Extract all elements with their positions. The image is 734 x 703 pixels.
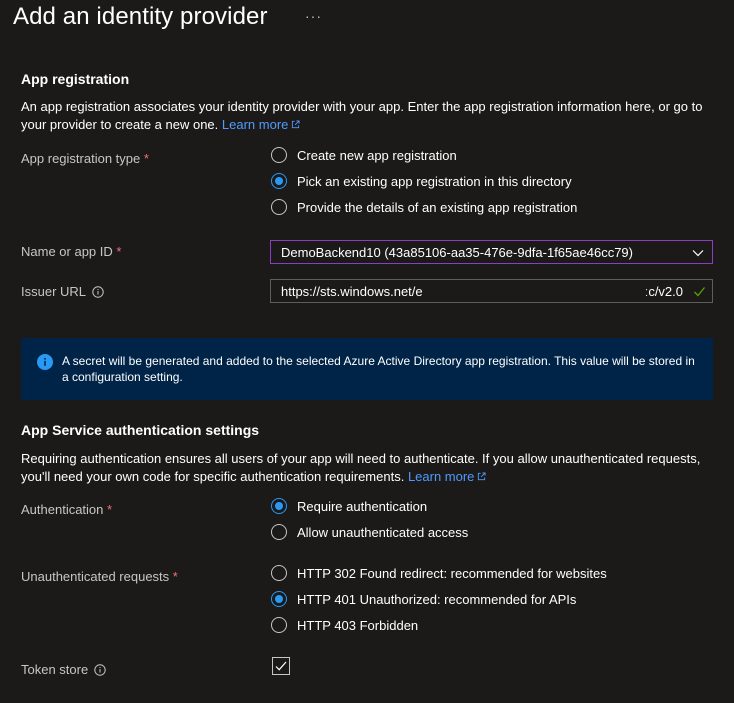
radio-label: HTTP 401 Unauthorized: recommended for A… — [297, 591, 577, 607]
auth-settings-title: App Service authentication settings — [21, 422, 260, 438]
external-link-icon — [478, 472, 486, 481]
info-icon[interactable] — [92, 286, 104, 298]
authentication-label: Authentication * — [21, 502, 113, 517]
issuer-url-value-end: ːc/v2.0 — [644, 284, 683, 299]
radio-allow-unauth[interactable]: Allow unauthenticated access — [271, 524, 468, 540]
radio-button[interactable] — [271, 524, 287, 540]
radio-label: Provide the details of an existing app r… — [297, 199, 578, 215]
radio-http-302[interactable]: HTTP 302 Found redirect: recommended for… — [271, 565, 607, 581]
radio-button-selected[interactable] — [271, 173, 287, 189]
info-icon[interactable] — [94, 664, 106, 676]
auth-settings-description: Requiring authentication ensures all use… — [21, 450, 716, 486]
token-store-checkbox[interactable] — [272, 657, 290, 675]
external-link-icon — [292, 120, 300, 129]
unauthenticated-requests-label: Unauthenticated requests * — [21, 569, 178, 584]
radio-provide-details[interactable]: Provide the details of an existing app r… — [271, 199, 577, 215]
radio-label: Require authentication — [297, 498, 428, 514]
radio-label: Create new app registration — [297, 147, 457, 163]
app-registration-title: App registration — [21, 71, 130, 87]
more-options-button[interactable]: ··· — [305, 8, 322, 24]
radio-button-selected[interactable] — [271, 591, 287, 607]
app-registration-type-label: App registration type * — [21, 151, 149, 166]
radio-http-403[interactable]: HTTP 403 Forbidden — [271, 617, 418, 633]
page-title: Add an identity provider — [13, 3, 268, 30]
radio-pick-existing[interactable]: Pick an existing app registration in thi… — [271, 173, 572, 189]
radio-label: HTTP 403 Forbidden — [297, 617, 419, 633]
radio-label: HTTP 302 Found redirect: recommended for… — [297, 565, 607, 581]
radio-button[interactable] — [271, 565, 287, 581]
radio-button[interactable] — [271, 199, 287, 215]
learn-more-link[interactable]: Learn more — [408, 469, 486, 484]
radio-button[interactable] — [271, 617, 287, 633]
info-message-text: A secret will be generated and added to … — [62, 354, 695, 384]
info-circle-icon — [37, 354, 53, 370]
dropdown-value: DemoBackend10 (43a85106-aa35-476e-9dfa-1… — [281, 244, 633, 260]
required-marker: * — [143, 151, 149, 166]
issuer-url-label: Issuer URL — [21, 284, 104, 299]
chevron-down-icon[interactable] — [692, 247, 704, 259]
issuer-url-value-start: https://sts.windows.net/e — [281, 284, 423, 299]
required-marker: * — [172, 569, 178, 584]
radio-label: Allow unauthenticated access — [297, 524, 469, 540]
name-or-app-id-label: Name or app ID * — [21, 244, 122, 259]
auth-settings-description-text: Requiring authentication ensures all use… — [21, 451, 701, 484]
radio-create-new[interactable]: Create new app registration — [271, 147, 457, 163]
radio-require-auth[interactable]: Require authentication — [271, 498, 427, 514]
radio-button[interactable] — [271, 147, 287, 163]
valid-check-icon — [694, 287, 706, 297]
token-store-label: Token store — [21, 662, 106, 677]
info-message-bar: A secret will be generated and added to … — [21, 338, 713, 400]
learn-more-link-text: Learn more — [407, 469, 475, 484]
required-marker: * — [107, 502, 113, 517]
required-marker: * — [116, 244, 122, 259]
name-or-app-id-dropdown[interactable]: DemoBackend10 (43a85106-aa35-476e-9dfa-1… — [270, 240, 713, 264]
radio-label: Pick an existing app registration in thi… — [297, 173, 572, 189]
learn-more-link-text: Learn more — [221, 117, 289, 132]
radio-button-selected[interactable] — [271, 498, 287, 514]
checkmark-icon — [275, 661, 287, 671]
app-registration-description: An app registration associates your iden… — [21, 98, 716, 134]
radio-http-401[interactable]: HTTP 401 Unauthorized: recommended for A… — [271, 591, 576, 607]
app-registration-description-text: An app registration associates your iden… — [21, 99, 703, 132]
issuer-url-input[interactable]: https://sts.windows.net/e ːc/v2.0 — [270, 279, 713, 303]
learn-more-link[interactable]: Learn more — [222, 117, 300, 132]
